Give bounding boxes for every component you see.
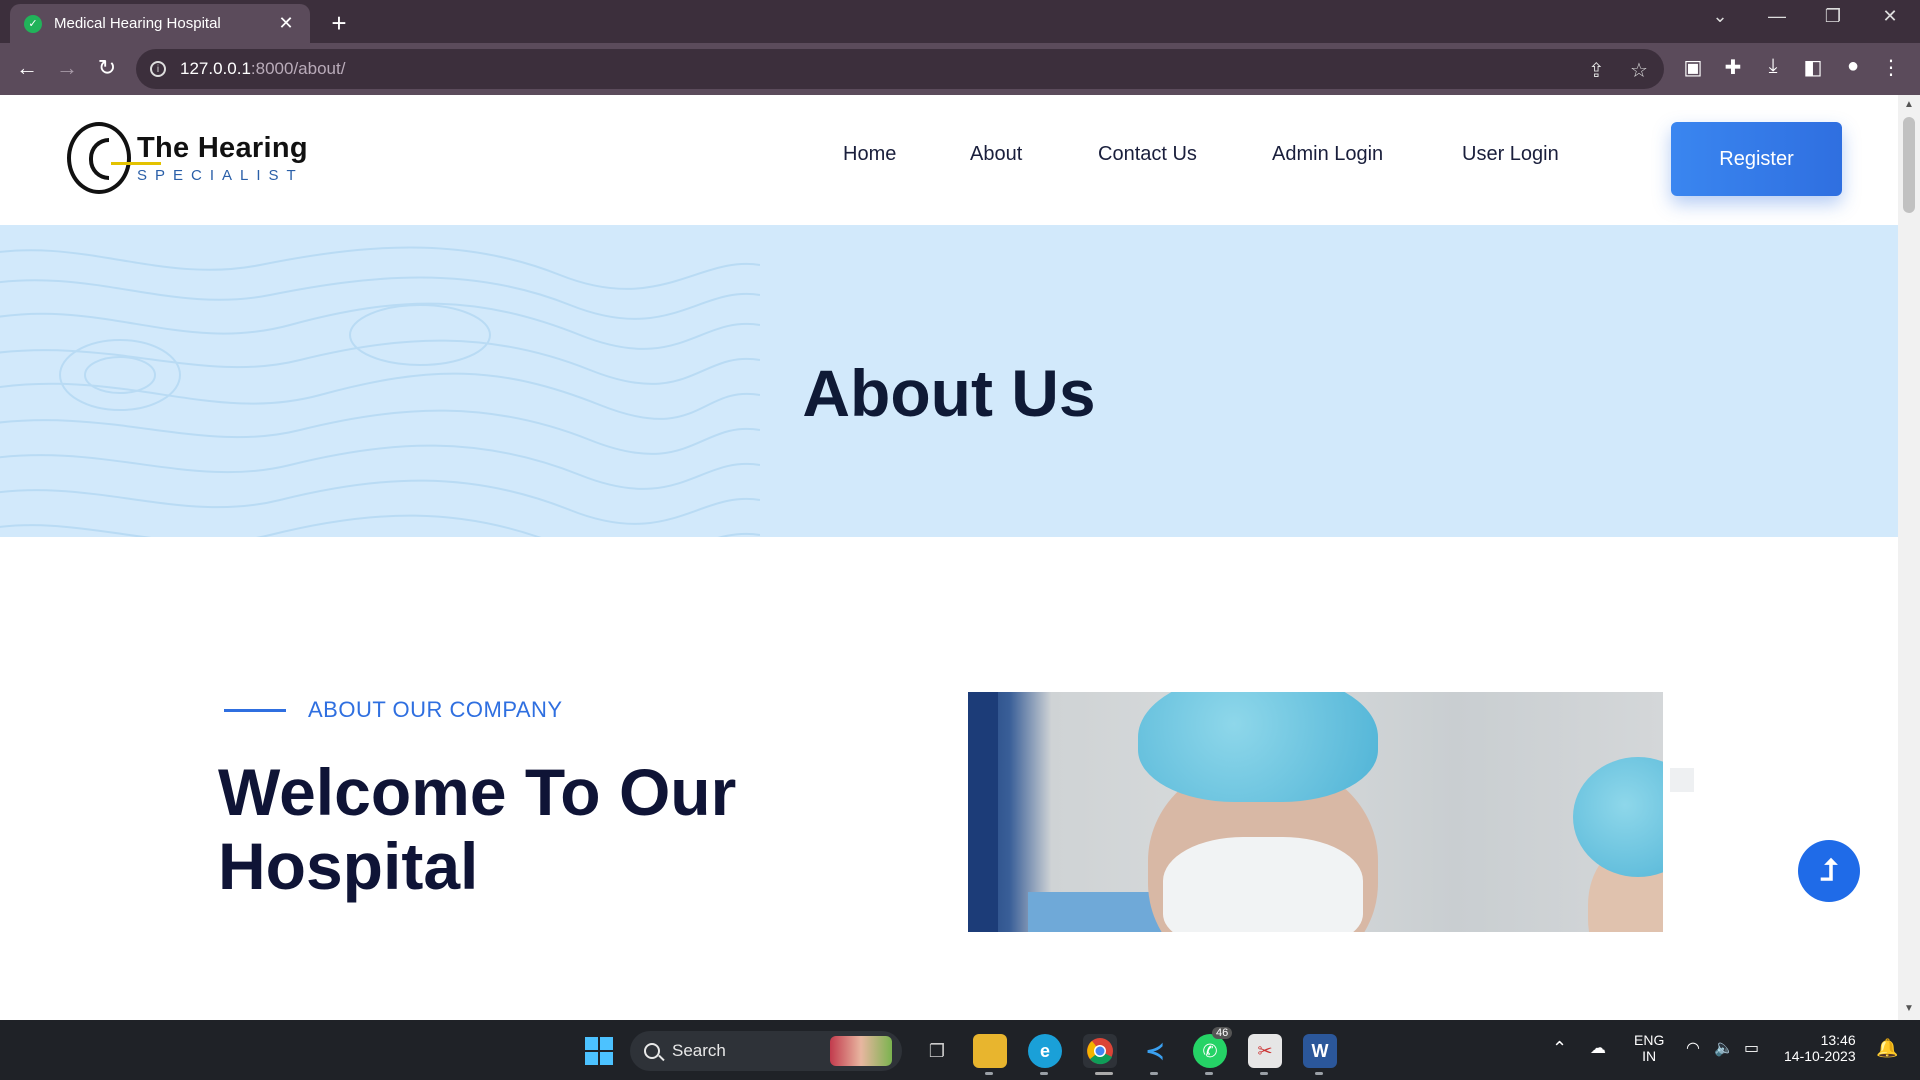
- forward-icon[interactable]: →: [52, 55, 82, 81]
- nav-user-login[interactable]: User Login: [1462, 143, 1559, 166]
- screen-cast-icon[interactable]: ▣: [1678, 55, 1708, 80]
- tray-overflow-icon[interactable]: ⌃: [1552, 1038, 1567, 1059]
- url-path: :8000/about/: [250, 59, 346, 78]
- taskbar-search[interactable]: Search: [630, 1031, 902, 1071]
- task-view-icon[interactable]: ❐: [920, 1034, 954, 1068]
- url-host: 127.0.0.1: [180, 59, 251, 78]
- onedrive-icon[interactable]: ☁: [1590, 1038, 1606, 1058]
- surgeons-photo: [968, 692, 1663, 932]
- download-icon[interactable]: ⤓: [1758, 55, 1788, 78]
- volume-icon[interactable]: 🔈: [1714, 1038, 1734, 1058]
- clock-time: 13:46: [1820, 1032, 1856, 1048]
- scroll-to-top-button[interactable]: ⮥: [1798, 840, 1860, 902]
- browser-toolbar: ← → ↻ i 127.0.0.1:8000/about/ ⇪ ☆ ▣ ✚ ⤓ …: [0, 43, 1920, 95]
- nav-about[interactable]: About: [970, 143, 1022, 166]
- page-title: About Us: [802, 356, 1096, 430]
- side-panel-icon[interactable]: ◧: [1798, 55, 1828, 80]
- search-highlight-icon: [830, 1036, 892, 1066]
- language-indicator[interactable]: ENG IN: [1634, 1032, 1664, 1064]
- edge-browser-icon[interactable]: e: [1028, 1034, 1062, 1068]
- tagline-divider: [224, 708, 286, 712]
- site-info-icon[interactable]: i: [150, 61, 166, 77]
- clock-date: 14-10-2023: [1784, 1048, 1856, 1064]
- minimize-icon[interactable]: —: [1757, 6, 1797, 27]
- windows-start-icon[interactable]: [582, 1034, 616, 1068]
- reload-icon[interactable]: ↻: [92, 55, 122, 81]
- notification-bell-icon[interactable]: 🔔: [1876, 1038, 1898, 1059]
- site-header: The Hearing SPECIALIST Home About Contac…: [0, 95, 1898, 225]
- tab-close-icon[interactable]: ✕: [276, 13, 296, 34]
- tab-title: Medical Hearing Hospital: [54, 15, 221, 32]
- word-icon[interactable]: W: [1303, 1034, 1337, 1068]
- page-viewport: The Hearing SPECIALIST Home About Contac…: [0, 95, 1898, 1020]
- sound-wave-icon: [111, 162, 161, 165]
- language-bottom: IN: [1642, 1048, 1657, 1064]
- menu-kebab-icon[interactable]: ⋮: [1876, 55, 1906, 80]
- browser-titlebar: ✓ Medical Hearing Hospital ✕ + ⌄ — ❐ ✕: [0, 0, 1920, 43]
- address-bar[interactable]: i 127.0.0.1:8000/about/ ⇪ ☆: [136, 49, 1664, 89]
- search-icon: [644, 1043, 660, 1059]
- windows-taskbar: Search ❐ e ≺ ✆ 46 ✂ W ⌃ ☁ ENG IN ◠ 🔈 ▭ 1…: [0, 1020, 1920, 1080]
- scroll-up-icon[interactable]: ▲: [1898, 99, 1920, 110]
- tagline-text: ABOUT OUR COMPANY: [308, 697, 563, 722]
- page-scrollbar[interactable]: ▲ ▼: [1898, 95, 1920, 1020]
- whatsapp-icon[interactable]: ✆: [1193, 1034, 1227, 1068]
- new-tab-button[interactable]: +: [324, 8, 354, 39]
- extensions-icon[interactable]: ✚: [1718, 55, 1748, 80]
- decorative-square: [1670, 768, 1694, 792]
- back-icon[interactable]: ←: [12, 55, 42, 81]
- scrollbar-thumb[interactable]: [1903, 117, 1915, 213]
- wifi-icon[interactable]: ◠: [1686, 1038, 1700, 1058]
- site-logo[interactable]: The Hearing SPECIALIST: [67, 122, 308, 194]
- scroll-down-icon[interactable]: ▼: [1898, 1003, 1920, 1014]
- file-explorer-icon[interactable]: [973, 1034, 1007, 1068]
- battery-icon[interactable]: ▭: [1744, 1038, 1759, 1058]
- bookmark-star-icon[interactable]: ☆: [1630, 58, 1648, 83]
- profile-icon[interactable]: ●: [1838, 55, 1868, 78]
- language-top: ENG: [1634, 1032, 1665, 1048]
- browser-tab[interactable]: ✓ Medical Hearing Hospital ✕: [10, 4, 310, 43]
- logo-title: The Hearing: [137, 132, 308, 164]
- clock[interactable]: 13:46 14-10-2023: [1784, 1032, 1856, 1064]
- ear-logo-icon: [67, 122, 131, 194]
- chrome-icon[interactable]: [1083, 1034, 1117, 1068]
- share-icon[interactable]: ⇪: [1588, 58, 1605, 83]
- close-window-icon[interactable]: ✕: [1870, 6, 1910, 27]
- tab-search-icon[interactable]: ⌄: [1700, 6, 1740, 27]
- about-tagline: ABOUT OUR COMPANY: [224, 697, 563, 723]
- vscode-icon[interactable]: ≺: [1138, 1034, 1172, 1068]
- register-button[interactable]: Register: [1671, 122, 1842, 196]
- nav-home[interactable]: Home: [843, 143, 896, 166]
- nav-admin-login[interactable]: Admin Login: [1272, 143, 1383, 166]
- site-favicon-icon: ✓: [24, 14, 42, 33]
- search-label: Search: [672, 1041, 726, 1060]
- snipping-tool-icon[interactable]: ✂: [1248, 1034, 1282, 1068]
- page-hero: About Us: [0, 225, 1898, 537]
- logo-subtitle: SPECIALIST: [137, 167, 304, 184]
- welcome-heading: Welcome To Our Hospital: [218, 755, 737, 903]
- restore-icon[interactable]: ❐: [1813, 6, 1853, 27]
- nav-contact-us[interactable]: Contact Us: [1098, 143, 1197, 166]
- whatsapp-badge: 46: [1212, 1027, 1233, 1039]
